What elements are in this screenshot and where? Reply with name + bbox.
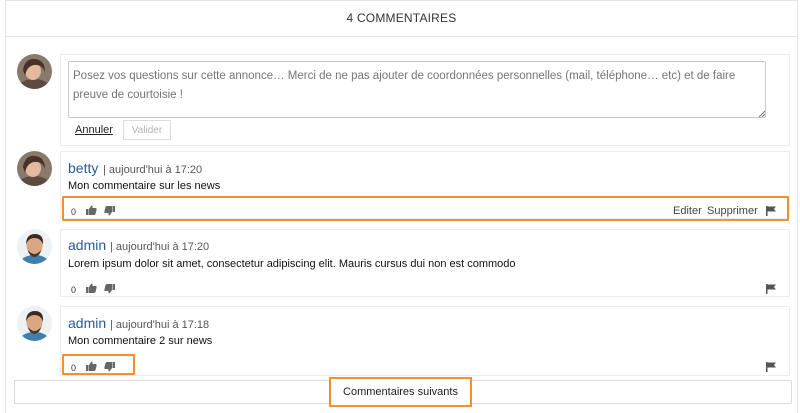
comment-meta: | aujourd'hui à 17:20 (110, 241, 209, 253)
meta-separator: | (110, 241, 113, 253)
comment-author[interactable]: betty (68, 160, 98, 176)
comment-meta: | aujourd'hui à 17:18 (110, 319, 209, 331)
thumbs-up-icon[interactable] (86, 361, 97, 371)
comment-textarea[interactable] (68, 61, 766, 118)
comments-count-title: 4 COMMENTAIRES (346, 11, 457, 25)
vote-count: 0 (71, 285, 77, 295)
comment-date: aujourd'hui à 17:20 (115, 241, 210, 253)
thumbs-down-icon[interactable] (104, 206, 115, 216)
flag-icon[interactable] (766, 206, 776, 216)
thumbs-up-icon[interactable] (86, 205, 97, 215)
thumbs-up-icon[interactable] (86, 283, 97, 293)
meta-separator: | (110, 319, 113, 331)
comment-text: Mon commentaire sur les news (68, 180, 221, 192)
comment-author[interactable]: admin (68, 237, 106, 253)
vote-count: 0 (71, 363, 77, 373)
delete-button[interactable]: Supprimer (707, 205, 758, 217)
comment-text: Lorem ipsum dolor sit amet, consectetur … (68, 258, 516, 270)
edit-button[interactable]: Editer (673, 205, 702, 217)
resize-grip-icon[interactable] (758, 110, 765, 117)
meta-separator: | (103, 164, 106, 176)
comment-date: aujourd'hui à 17:20 (108, 164, 203, 176)
avatar (17, 306, 52, 341)
comment-author[interactable]: admin (68, 315, 106, 331)
avatar (17, 151, 52, 186)
avatar (17, 229, 52, 264)
thumbs-down-icon[interactable] (104, 284, 115, 294)
comment-text: Mon commentaire 2 sur news (68, 335, 213, 347)
comments-header: 4 COMMENTAIRES (5, 0, 798, 37)
thumbs-down-icon[interactable] (104, 362, 115, 372)
avatar (17, 54, 52, 89)
flag-icon[interactable] (766, 284, 776, 294)
comment-date: aujourd'hui à 17:18 (115, 319, 210, 331)
validate-button[interactable]: Valider (123, 120, 171, 140)
cancel-button[interactable]: Annuler (75, 124, 113, 136)
load-more-button[interactable]: Commentaires suivants (329, 377, 472, 407)
comment-meta: | aujourd'hui à 17:20 (103, 164, 202, 176)
flag-icon[interactable] (766, 362, 776, 372)
vote-count: 0 (71, 207, 77, 217)
